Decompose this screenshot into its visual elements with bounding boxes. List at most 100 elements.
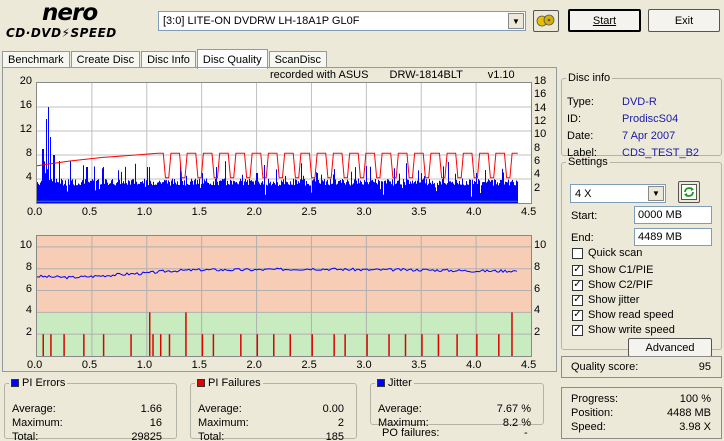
pie-bar — [74, 185, 75, 203]
pif-bar — [404, 334, 407, 356]
pi-failures-title: PI Failures — [195, 377, 263, 389]
pie-bar — [46, 119, 47, 203]
pie-bar — [475, 181, 476, 203]
pie-bar — [424, 175, 425, 203]
pif-bar — [437, 334, 440, 356]
pie-bar — [52, 181, 53, 203]
pie-bar — [346, 182, 347, 203]
chevron-down-icon[interactable]: ▼ — [508, 13, 524, 29]
check-icon[interactable]: ✓ — [572, 309, 583, 321]
advanced-button[interactable]: Advanced — [628, 338, 712, 357]
pie-bar — [59, 161, 60, 203]
drive-select[interactable]: [3:0] LITE-ON DVDRW LH-18A1P GL0F ▼ — [158, 11, 526, 31]
pie-bar — [131, 180, 132, 203]
chevron-down-icon[interactable]: ▼ — [648, 186, 664, 201]
pie-bar — [207, 182, 208, 203]
start-button[interactable]: Start — [568, 9, 641, 32]
pie-bar — [139, 184, 140, 203]
start-range-input[interactable]: 0000 MB — [634, 206, 712, 224]
pie-bar — [470, 179, 471, 203]
check-icon[interactable]: ✓ — [572, 324, 583, 336]
pie-bar — [293, 178, 294, 203]
pie-bar — [409, 183, 410, 203]
show-c2-pif-checkbox[interactable]: ✓ Show C2/PIF — [572, 279, 653, 291]
quality-score-label: Quality score: — [571, 361, 639, 373]
pif-bar — [498, 334, 500, 356]
pie-bar — [143, 183, 144, 203]
pif-bar — [130, 334, 132, 356]
pie-bar — [196, 184, 197, 203]
pie-bar — [73, 184, 74, 203]
pie-bar — [90, 180, 91, 203]
pi-failures-average-label: Average: — [198, 403, 242, 415]
tab-create-disc[interactable]: Create Disc — [70, 51, 141, 68]
pie-bar — [81, 182, 82, 203]
pie-bar — [435, 187, 436, 203]
pie-bar — [114, 184, 115, 203]
pie-bar — [305, 185, 306, 203]
pie-bar — [257, 173, 258, 203]
tab-scandisc[interactable]: ScanDisc — [268, 51, 328, 68]
pie-bar — [322, 180, 323, 203]
show-read-speed-checkbox[interactable]: ✓ Show read speed — [572, 309, 674, 321]
pif-bar — [456, 334, 458, 356]
tab-disc-quality[interactable]: Disc Quality — [196, 49, 268, 69]
po-failures-label: PO failures: — [382, 427, 440, 439]
pif-bar — [102, 334, 105, 356]
checkbox-box[interactable] — [572, 247, 583, 259]
pie-bar — [264, 164, 265, 203]
pie-bar — [464, 185, 465, 203]
pie-bar — [434, 183, 435, 203]
pie-bar — [489, 180, 490, 203]
check-icon[interactable]: ✓ — [572, 294, 583, 306]
pie-bar — [509, 185, 510, 203]
pie-bar — [89, 182, 90, 203]
quick-scan-checkbox[interactable]: Quick scan — [572, 247, 642, 259]
pi-errors-maximum-value: 16 — [149, 417, 162, 429]
speed-select[interactable]: 4 X ▼ — [570, 184, 666, 203]
check-icon[interactable]: ✓ — [572, 279, 583, 291]
pie-bar — [102, 168, 103, 203]
pie-bar — [301, 163, 302, 203]
disc-eject-button[interactable] — [533, 10, 559, 32]
pie-bar — [411, 183, 412, 203]
pie-bar — [227, 180, 228, 203]
disc-date-label: Date: — [567, 130, 594, 142]
end-range-input[interactable]: 4489 MB — [634, 228, 712, 246]
pi-errors-chart-svg — [36, 83, 531, 203]
pie-bar — [270, 181, 271, 203]
tab-benchmark[interactable]: Benchmark — [2, 51, 70, 68]
pie-bar — [495, 179, 496, 203]
pie-bar — [500, 179, 501, 203]
show-write-speed-checkbox[interactable]: ✓ Show write speed — [572, 324, 675, 336]
progress-panel: Progress: 100 % Position: 4488 MB Speed:… — [561, 387, 722, 439]
y-right-tick-label: 8 — [534, 141, 541, 154]
end-range-value: 4489 MB — [638, 231, 683, 243]
x-tick-label: 2.5 — [301, 206, 317, 218]
show-jitter-checkbox[interactable]: ✓ Show jitter — [572, 294, 639, 306]
check-icon[interactable]: ✓ — [572, 264, 583, 276]
y-right-tick-label: 4 — [534, 304, 541, 317]
show-c1-pie-checkbox[interactable]: ✓ Show C1/PIE — [572, 264, 653, 276]
tab-disc-info[interactable]: Disc Info — [141, 51, 196, 68]
pie-bar — [187, 183, 188, 203]
pie-bar — [61, 178, 62, 203]
refresh-button[interactable] — [678, 181, 700, 203]
pie-bar — [312, 180, 313, 203]
pie-bar — [124, 183, 125, 203]
pie-bar — [118, 170, 119, 203]
y-left-tick-label: 6 — [25, 282, 32, 295]
pie-bar — [467, 184, 468, 203]
settings-group: Settings 4 X ▼ Start: 0000 MB End: 4489 … — [561, 156, 722, 357]
pie-bar — [443, 166, 444, 203]
exit-button[interactable]: Exit — [648, 9, 720, 32]
disc-date-value: 7 Apr 2007 — [622, 130, 676, 142]
pie-bar — [498, 185, 499, 203]
pie-bar — [321, 174, 322, 203]
pi-errors-average-label: Average: — [12, 403, 56, 415]
pie-bar — [108, 184, 109, 203]
pie-bar — [461, 184, 462, 203]
pie-bar — [79, 184, 80, 203]
pie-bar — [482, 182, 483, 203]
disc-id-label: ID: — [567, 113, 582, 125]
